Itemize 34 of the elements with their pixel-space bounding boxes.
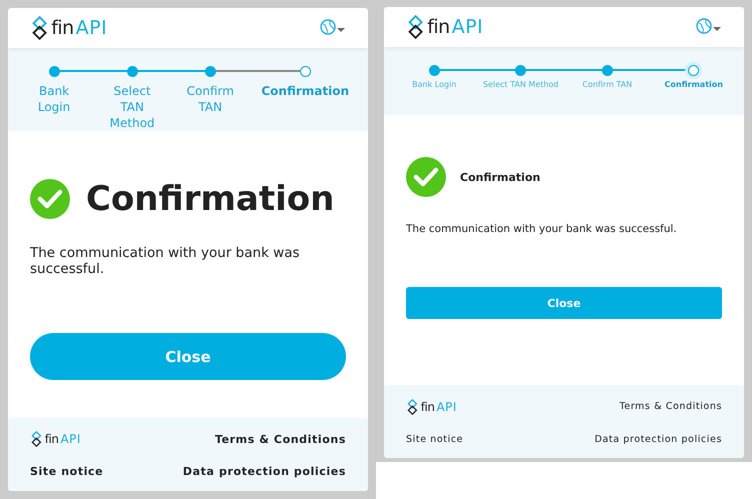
logo-text: fin: [427, 16, 450, 38]
step-label: Select TAN Method: [108, 83, 156, 131]
confirmation-title: Confirmation: [86, 179, 334, 219]
logo-mark-icon: [406, 398, 419, 414]
footer-link[interactable]: Site notice: [406, 434, 564, 444]
footer-link[interactable]: Site notice: [30, 465, 183, 478]
logo-mark-icon: [30, 431, 43, 447]
step-label: Confirmation: [664, 80, 723, 89]
logo-text: fin: [51, 17, 74, 39]
success-check-icon: [30, 179, 70, 219]
language-dropdown[interactable]: [320, 19, 346, 37]
step-label: Bank Login: [36, 83, 72, 115]
step-label: Confirm TAN: [582, 80, 632, 89]
success-check-icon: [406, 157, 446, 197]
logo-text: API: [436, 400, 457, 414]
step-label: Bank Login: [412, 80, 456, 89]
logo-text: fin: [44, 432, 58, 446]
logo-text: fin: [420, 400, 434, 414]
footer-link[interactable]: Data protection policies: [594, 434, 722, 444]
logo-text: API: [76, 17, 108, 39]
logo-mark-icon: [406, 15, 426, 39]
success-message: The communication with your bank was successful.: [406, 223, 678, 235]
step-label: Confirmation: [260, 83, 350, 99]
footer-link[interactable]: Terms & Conditions: [619, 401, 722, 412]
success-message: The communication with your bank was successful.: [30, 245, 301, 277]
step-label: Confirm TAN: [186, 83, 235, 115]
logo-text: API: [452, 16, 484, 38]
footer-link[interactable]: Data protection policies: [182, 465, 346, 478]
confirmation-title: Confirmation: [460, 170, 540, 184]
logo-mark-icon: [30, 16, 50, 40]
step-label: Select TAN Method: [483, 80, 558, 89]
footer-link[interactable]: Terms & Conditions: [214, 432, 346, 446]
language-dropdown[interactable]: [696, 18, 722, 36]
logo-text: API: [60, 432, 81, 446]
